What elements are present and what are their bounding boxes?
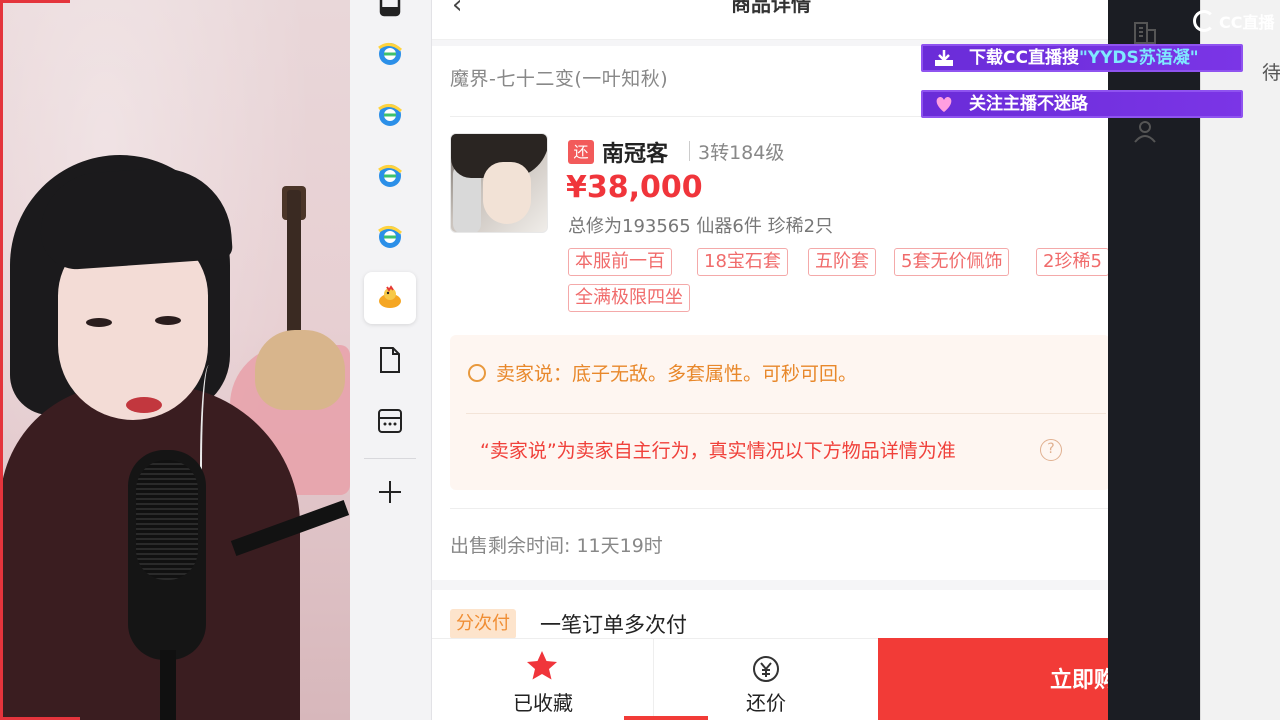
guitar-body	[255, 330, 345, 410]
active-indicator	[624, 716, 708, 720]
download-overlay-text: 下载CC直播搜"YYDS苏语凝"	[969, 46, 1199, 70]
download-icon	[935, 50, 953, 66]
feature-chip: 五阶套	[808, 248, 876, 276]
sidebar-divider	[364, 458, 416, 459]
microphone-grill	[136, 460, 198, 580]
building-icon[interactable]	[1132, 20, 1158, 46]
edge-icon[interactable]	[364, 150, 416, 202]
chat-smile-icon	[468, 364, 486, 382]
price: ¥38,000	[566, 170, 703, 205]
section-gap	[432, 580, 1110, 590]
installment-badge: 分次付	[450, 609, 516, 639]
favorite-button[interactable]: 已收藏	[432, 639, 654, 720]
streamer-lips	[126, 397, 162, 413]
character-level: 3转184级	[698, 142, 785, 164]
avatar-face	[483, 162, 531, 224]
remaining-time: 出售剩余时间: 11天19时	[450, 535, 663, 557]
streamer-eye-left	[86, 318, 112, 327]
feature-chip: 本服前一百	[568, 248, 672, 276]
download-prefix: 下载CC直播搜	[969, 48, 1079, 68]
seller-says-text: 卖家说：底子无敌。多套属性。可秒可回。	[496, 363, 858, 385]
edge-icon[interactable]	[364, 89, 416, 141]
bargain-label: 还价	[746, 691, 786, 715]
chicken-app-icon[interactable]	[364, 272, 416, 324]
user-icon[interactable]	[1132, 118, 1158, 144]
calculator-icon[interactable]	[364, 395, 416, 447]
document-icon[interactable]	[364, 334, 416, 386]
edge-icon[interactable]	[364, 28, 416, 80]
add-icon[interactable]	[364, 466, 416, 518]
feature-chip: 18宝石套	[697, 248, 788, 276]
follow-overlay-banner: 关注主播不迷路	[921, 90, 1243, 118]
installment-text: 一笔订单多次付	[540, 613, 687, 637]
favorite-label: 已收藏	[513, 691, 573, 715]
edge-icon[interactable]	[364, 211, 416, 263]
buy-now-button[interactable]: 立即购	[878, 638, 1110, 720]
browser-vertical-tabbar	[350, 0, 432, 720]
feature-chip: 5套无价佩饰	[894, 248, 1010, 276]
return-tag-badge: 还	[568, 140, 594, 164]
right-panel-partial-text: 待	[1262, 62, 1280, 84]
divider	[466, 413, 1106, 414]
cc-logo-text: CC直播	[1219, 13, 1275, 32]
webcam-feed	[0, 0, 350, 720]
feature-chip: 全满极限四坐	[568, 284, 690, 312]
cc-logo-icon	[1193, 10, 1215, 32]
frame-corner-top	[0, 0, 70, 3]
seller-says-block: 卖家说：底子无敌。多套属性。可秒可回。 “卖家说”为卖家自主行为，真实情况以下方…	[450, 335, 1110, 490]
page-title: 商品详情	[731, 0, 811, 16]
download-overlay-banner: 下载CC直播搜"YYDS苏语凝"	[921, 44, 1243, 72]
vertical-divider	[689, 141, 690, 161]
help-icon[interactable]: ?	[1040, 439, 1062, 461]
download-highlight: "YYDS苏语凝"	[1078, 48, 1199, 68]
divider	[450, 508, 1110, 509]
star-icon	[527, 651, 557, 680]
mic-stand	[160, 650, 176, 720]
seller-says-disclaimer: “卖家说”为卖家自主行为，真实情况以下方物品详情为准	[480, 440, 956, 462]
streamer-eye-right	[155, 316, 181, 325]
server-name: 魔界-七十二变(一叶知秋)	[450, 68, 669, 90]
heart-icon	[936, 97, 952, 112]
follow-overlay-text: 关注主播不迷路	[969, 94, 1088, 114]
yuan-coin-icon	[753, 656, 779, 682]
top-nav-bar: ‹ 商品详情	[432, 0, 1110, 40]
feature-chip: 2珍稀5	[1036, 248, 1109, 276]
buy-now-label: 立即购	[1050, 668, 1110, 693]
bargain-button[interactable]: 还价	[654, 639, 878, 720]
frame-border	[0, 0, 3, 720]
character-stats: 总修为193565 仙器6件 珍稀2只	[568, 216, 834, 237]
cc-live-logo: CC直播	[1193, 8, 1275, 34]
character-avatar[interactable]	[450, 133, 548, 233]
character-name: 南冠客	[602, 142, 669, 167]
